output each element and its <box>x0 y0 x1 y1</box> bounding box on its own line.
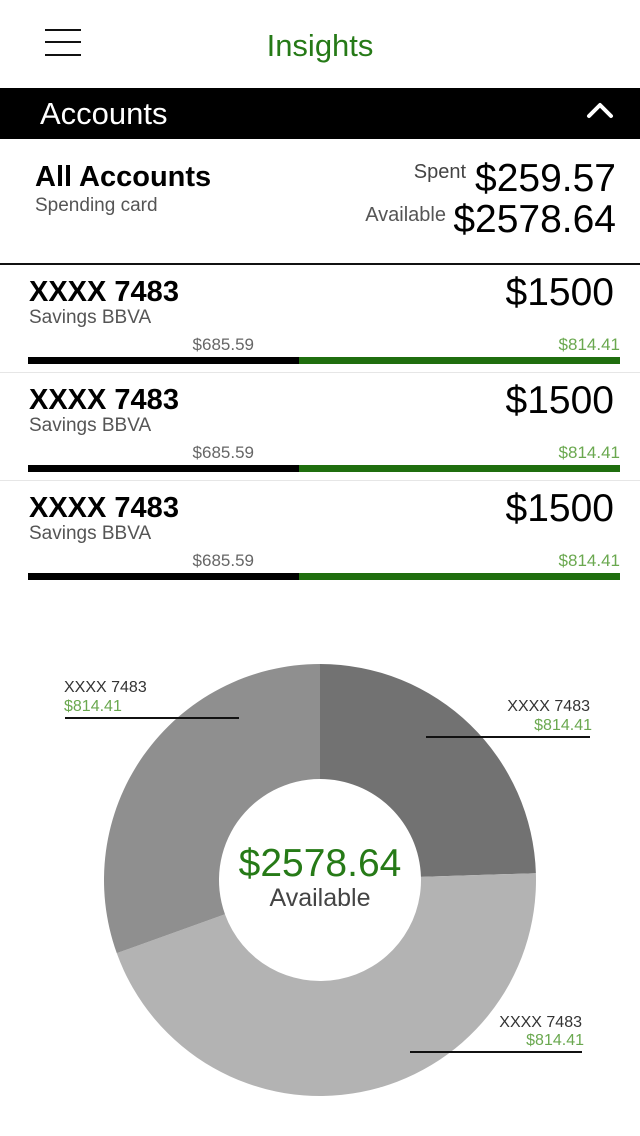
account-usage-fill <box>28 573 299 580</box>
account-limit: $1500 <box>505 271 614 314</box>
slice-callout-name: XXXX 7483 <box>64 679 147 696</box>
slice-callout-amount: $814.41 <box>64 698 122 715</box>
slice-callout-name: XXXX 7483 <box>499 1014 582 1031</box>
account-usage-bar <box>28 573 620 580</box>
spent-value: $259.57 <box>475 157 616 200</box>
slice-callout-line <box>410 1051 582 1053</box>
slice-callout-name: XXXX 7483 <box>507 698 590 715</box>
slice-callout-amount: $814.41 <box>526 1032 584 1049</box>
available-label: Available <box>365 204 446 226</box>
donut-center-value: $2578.64 <box>238 842 402 885</box>
account-available-amount: $814.41 <box>558 551 620 570</box>
slice-callout-amount: $814.41 <box>534 717 592 734</box>
account-available-amount: $814.41 <box>558 335 620 354</box>
available-donut-chart: $2578.64 Available XXXX 7483 $814.41 XXX… <box>0 640 640 1136</box>
top-nav-bar: Insights <box>0 0 640 88</box>
account-name: XXXX 7483 <box>29 492 179 524</box>
account-usage-fill <box>28 357 299 364</box>
account-row[interactable]: XXXX 7483 Savings BBVA $1500 $685.59 $81… <box>0 481 640 588</box>
account-used-amount: $685.59 <box>192 551 254 570</box>
account-used-amount: $685.59 <box>192 335 254 354</box>
all-accounts-summary[interactable]: All Accounts Spending card Spent $259.57… <box>0 139 640 265</box>
accounts-section-header[interactable]: Accounts <box>0 88 640 139</box>
account-type: Savings BBVA <box>29 523 152 544</box>
account-row[interactable]: XXXX 7483 Savings BBVA $1500 $685.59 $81… <box>0 373 640 481</box>
spent-label: Spent <box>413 161 466 183</box>
available-value: $2578.64 <box>453 198 616 241</box>
slice-callout-line <box>65 717 239 719</box>
account-limit: $1500 <box>505 487 614 530</box>
account-usage-bar <box>28 465 620 472</box>
summary-subtitle: Spending card <box>35 195 158 216</box>
account-limit: $1500 <box>505 379 614 422</box>
account-type: Savings BBVA <box>29 307 152 328</box>
account-name: XXXX 7483 <box>29 384 179 416</box>
account-usage-bar <box>28 357 620 364</box>
account-usage-fill <box>28 465 299 472</box>
chevron-up-icon[interactable] <box>586 100 614 120</box>
account-type: Savings BBVA <box>29 415 152 436</box>
summary-title: All Accounts <box>35 161 212 193</box>
account-row[interactable]: XXXX 7483 Savings BBVA $1500 $685.59 $81… <box>0 265 640 373</box>
section-title: Accounts <box>40 96 168 131</box>
account-available-amount: $814.41 <box>558 443 620 462</box>
donut-center-label: Available <box>269 884 371 912</box>
account-used-amount: $685.59 <box>192 443 254 462</box>
account-name: XXXX 7483 <box>29 276 179 308</box>
slice-callout-line <box>426 736 590 738</box>
page-title: Insights <box>266 28 374 63</box>
